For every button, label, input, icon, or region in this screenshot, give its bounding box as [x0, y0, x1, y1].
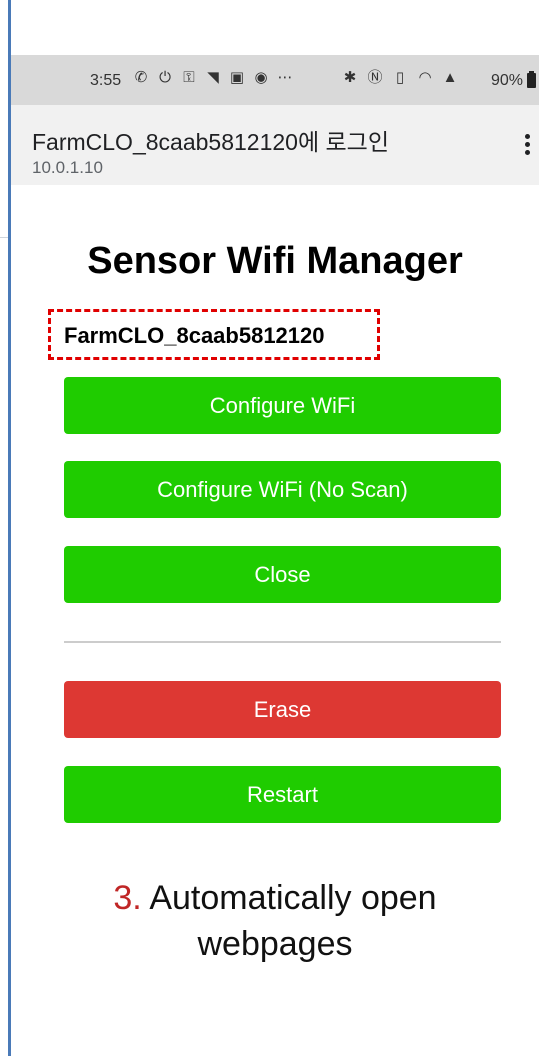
- restart-button[interactable]: Restart: [64, 766, 501, 823]
- device-name: FarmCLO_8caab5812120: [64, 323, 325, 348]
- caption-line-1: 3. Automatically open: [11, 875, 539, 921]
- bluetooth-icon: ✱: [343, 69, 357, 86]
- battery-icon: [527, 71, 536, 88]
- vibrate-icon: ▯: [395, 69, 405, 86]
- battery-percent: 90%: [491, 72, 524, 89]
- signal-icon: ▲: [442, 69, 458, 86]
- overflow-menu-button[interactable]: [517, 131, 537, 161]
- caption-text-1: Automatically open: [141, 879, 437, 917]
- chrome-icon: ◉: [254, 69, 268, 86]
- whatsapp-icon: ✆: [134, 69, 148, 86]
- power-icon: ⏻: [159, 69, 171, 86]
- menu-dot-icon: [524, 134, 530, 139]
- caption-line-2: webpages: [197, 925, 353, 963]
- more-dots-icon: ⋯: [277, 69, 293, 86]
- configure-wifi-noscan-button[interactable]: Configure WiFi (No Scan): [64, 461, 501, 518]
- status-icons-left: ✆ ⏻ ⚿ ◥ ▣ ◉ ⋯: [132, 69, 294, 87]
- host-address: 10.0.1.10: [32, 158, 103, 177]
- gallery-icon: ▣: [229, 69, 245, 86]
- configure-wifi-button[interactable]: Configure WiFi: [64, 377, 501, 434]
- wifi-question-icon: ◥: [207, 69, 219, 86]
- left-divider-line: [0, 237, 8, 238]
- status-bar: 3:55 ✆ ⏻ ⚿ ◥ ▣ ◉ ⋯ ✱ Ⓝ ▯ ◠ ▲ 90%: [11, 55, 539, 105]
- status-icons-right: ✱ Ⓝ ▯ ◠ ▲: [341, 69, 459, 87]
- erase-button[interactable]: Erase: [64, 681, 501, 738]
- lock-icon: ⚿: [183, 69, 195, 86]
- step-caption: 3. Automatically open webpages: [11, 875, 539, 967]
- app-bar: FarmCLO_8caab5812120에 로그인 10.0.1.10: [11, 105, 539, 185]
- menu-dot-icon: [524, 150, 530, 155]
- wifi-icon: ◠: [418, 69, 432, 86]
- menu-dot-icon: [524, 142, 530, 147]
- nfc-icon: Ⓝ: [367, 69, 383, 86]
- close-button[interactable]: Close: [64, 546, 501, 603]
- step-number: 3.: [113, 879, 142, 917]
- divider: [64, 641, 501, 643]
- login-title: FarmCLO_8caab5812120에 로그인: [32, 129, 389, 155]
- page-title: Sensor Wifi Manager: [87, 240, 463, 282]
- status-time: 3:55: [90, 72, 122, 89]
